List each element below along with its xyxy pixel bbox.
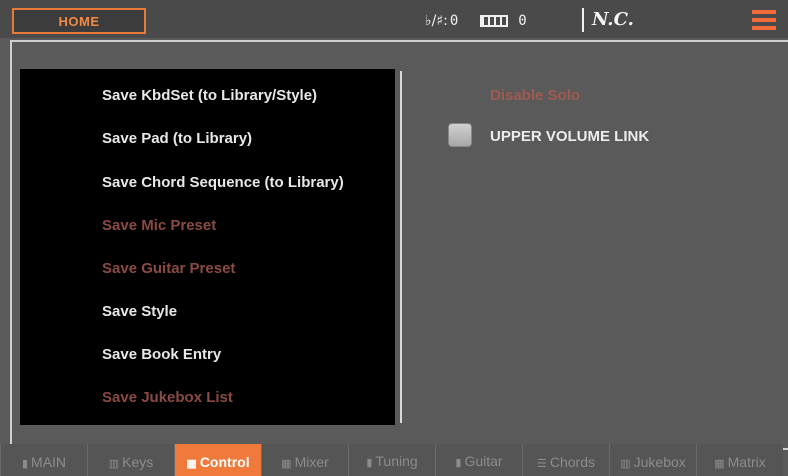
keyboard-value: 0 bbox=[518, 13, 527, 29]
control-icon: ▦ bbox=[186, 458, 197, 470]
menu-item-save-jukebox-list: Save Jukebox List bbox=[102, 389, 233, 406]
mixer-icon: ▦ bbox=[281, 458, 292, 470]
tab-keys[interactable]: ▥ Keys bbox=[87, 444, 174, 476]
upper-volume-link-label[interactable]: UPPER VOLUME LINK bbox=[490, 128, 649, 145]
tab-guitar[interactable]: ▮ Guitar bbox=[435, 444, 522, 476]
menu-item-save-mic-preset: Save Mic Preset bbox=[102, 217, 217, 234]
menu-item-save-book-entry[interactable]: Save Book Entry bbox=[102, 346, 221, 363]
menu-item-save-pad[interactable]: Save Pad (to Library) bbox=[102, 130, 252, 147]
menu-item-save-chord-sequence[interactable]: Save Chord Sequence (to Library) bbox=[102, 174, 344, 191]
header-bar: HOME ♭/♯: 0 0 N.C. bbox=[0, 0, 788, 38]
menu-item-save-guitar-preset: Save Guitar Preset bbox=[102, 260, 236, 277]
chords-icon: ☰ bbox=[536, 458, 547, 470]
tab-matrix[interactable]: ▦ Matrix bbox=[696, 444, 783, 476]
main-icon: ▮ bbox=[21, 458, 29, 470]
keys-icon: ▥ bbox=[108, 458, 120, 470]
page-menu-dropdown: Save KbdSet (to Library/Style) Save Pad … bbox=[20, 69, 395, 425]
menu-item-save-kbdset[interactable]: Save KbdSet (to Library/Style) bbox=[102, 87, 317, 104]
tab-control[interactable]: ▦ Control bbox=[174, 444, 261, 476]
disable-solo-label: Disable Solo bbox=[490, 87, 581, 104]
chord-separator bbox=[582, 8, 584, 32]
transpose-icon: ♭/♯: bbox=[425, 13, 448, 29]
jukebox-icon: ▥ bbox=[620, 458, 631, 470]
menu-item-save-style[interactable]: Save Style bbox=[102, 303, 177, 320]
home-button[interactable]: HOME bbox=[12, 8, 146, 34]
tab-main[interactable]: ▮ MAIN bbox=[0, 444, 87, 476]
tab-tuning[interactable]: ▮ Tuning bbox=[348, 444, 435, 476]
transpose-value: 0 bbox=[449, 13, 459, 29]
matrix-icon: ▦ bbox=[714, 458, 725, 470]
bottom-tab-bar: ▮ MAIN ▥ Keys ▦ Control ▦ Mixer ▮ Tuning ▮ Gui… bbox=[0, 444, 788, 476]
status-area: ♭/♯: 0 0 bbox=[425, 8, 549, 34]
menu-scrollbar[interactable] bbox=[400, 71, 402, 423]
tab-jukebox[interactable]: ▥ Jukebox bbox=[609, 444, 696, 476]
guitar-icon: ▮ bbox=[455, 457, 462, 469]
tuning-icon: ▮ bbox=[366, 457, 373, 469]
upper-volume-link-checkbox[interactable] bbox=[448, 123, 472, 147]
tab-chords[interactable]: ☰ Chords bbox=[522, 444, 609, 476]
menu-list-icon[interactable] bbox=[752, 10, 776, 30]
tab-mixer[interactable]: ▦ Mixer bbox=[261, 444, 348, 476]
keyboard-icon bbox=[480, 15, 509, 27]
chord-display: N.C. bbox=[592, 8, 634, 30]
